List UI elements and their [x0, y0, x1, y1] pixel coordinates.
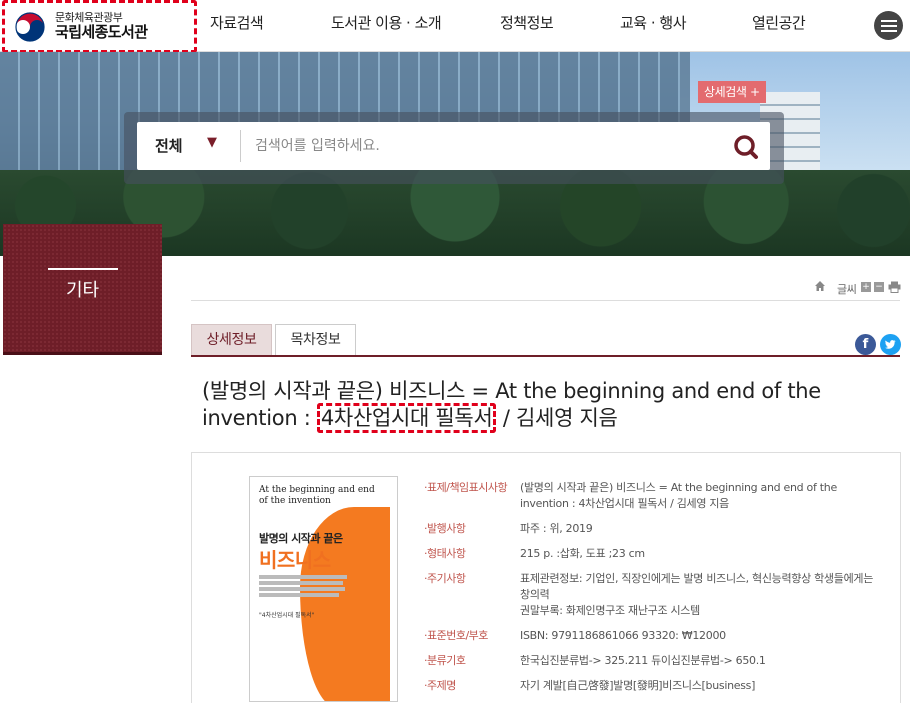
- nav-item-library-use[interactable]: 도서관 이용 · 소개: [331, 12, 442, 33]
- nav-item-search[interactable]: 자료검색: [210, 12, 264, 33]
- site-header: 문화체육관광부 국립세종도서관 자료검색 도서관 이용 · 소개 정책정보 교육…: [0, 0, 910, 53]
- nav-item-open-space[interactable]: 열린공간: [752, 12, 806, 33]
- tab-underline: [191, 355, 900, 357]
- detail-value: 215 p. :삽화, 도표 ;23 cm: [520, 547, 645, 560]
- detail-label: ·주기사항: [424, 572, 466, 585]
- home-icon[interactable]: [814, 280, 826, 292]
- tab-toc-info[interactable]: 목차정보: [275, 324, 356, 355]
- tab-detail-info[interactable]: 상세정보: [191, 324, 272, 355]
- search-icon[interactable]: [733, 134, 759, 160]
- detail-row-classification: ·분류기호 한국십진분류법-> 325.211 듀이십진분류법-> 650.1: [424, 653, 884, 669]
- detail-note-2: 권말부록: 화제인명구조 재난구조 시스템: [520, 604, 700, 617]
- search-input[interactable]: [255, 132, 715, 160]
- logo-title: 국립세종도서관: [55, 23, 148, 42]
- detail-rows: ·표제/책임표시사항 (발명의 시작과 끝은) 비즈니스 = At the be…: [424, 480, 884, 694]
- detail-value: (발명의 시작과 끝은) 비즈니스 = At the beginning and…: [520, 481, 837, 510]
- tools-divider: [191, 300, 900, 301]
- nav-item-education[interactable]: 교육 · 행사: [620, 12, 687, 33]
- search-scope-select[interactable]: 전체: [155, 135, 183, 156]
- sidebar-title: 기타: [65, 280, 100, 301]
- dropdown-arrow-icon[interactable]: ▼: [207, 135, 217, 150]
- detail-label: ·표제/책임표시사항: [424, 481, 508, 494]
- hamburger-menu-icon[interactable]: [874, 11, 903, 40]
- search-bar: 전체 ▼: [137, 122, 770, 170]
- detail-row-physical: ·형태사항 215 p. :삽화, 도표 ;23 cm: [424, 546, 884, 562]
- detail-label: ·발행사항: [424, 522, 466, 535]
- cover-series: "4차산업시대 필독서": [259, 612, 315, 619]
- book-title-highlight: 4차산업시대 필독서: [316, 403, 497, 433]
- detail-row-isbn: ·표준번호/부호 ISBN: 9791186861066 93320: ₩120…: [424, 628, 884, 644]
- search-divider: [240, 130, 241, 162]
- detail-row-notes: ·주기사항 표제관련정보: 기업인, 직장인에게는 발명 비즈니스, 혁신능력향…: [424, 571, 884, 619]
- book-detail-panel: At the beginning and end of the inventio…: [191, 452, 901, 703]
- twitter-icon[interactable]: [880, 334, 901, 355]
- book-title: (발명의 시작과 끝은) 비즈니스 = At the beginning and…: [202, 378, 882, 433]
- book-cover[interactable]: At the beginning and end of the inventio…: [249, 476, 398, 702]
- facebook-icon[interactable]: f: [855, 334, 876, 355]
- detail-label: ·형태사항: [424, 547, 466, 560]
- detail-value: 한국십진분류법-> 325.211 듀이십진분류법-> 650.1: [520, 654, 766, 667]
- search-box: 전체 ▼: [124, 112, 784, 184]
- detail-value: ISBN: 9791186861066 93320: ₩12000: [520, 629, 726, 642]
- font-size-label: 글씨: [837, 283, 857, 296]
- sidebar-divider: [48, 268, 118, 270]
- advanced-search-button[interactable]: 상세검색 +: [698, 81, 766, 103]
- nav-item-policy[interactable]: 정책정보: [500, 12, 554, 33]
- cover-english-title: At the beginning and end of the inventio…: [259, 485, 375, 506]
- taegeuk-logo-icon: [13, 9, 47, 44]
- sidebar-category: 기타: [3, 224, 162, 355]
- detail-value: 표제관련정보: 기업인, 직장인에게는 발명 비즈니스, 혁신능력향상 학생들에…: [520, 571, 884, 619]
- detail-label: ·분류기호: [424, 654, 466, 667]
- detail-row-title: ·표제/책임표시사항 (발명의 시작과 끝은) 비즈니스 = At the be…: [424, 480, 884, 512]
- detail-label: ·표준번호/부호: [424, 629, 488, 642]
- detail-value: 파주 : 위, 2019: [520, 522, 593, 535]
- font-increase-icon[interactable]: +: [861, 282, 871, 292]
- detail-label: ·주제명: [424, 679, 456, 692]
- font-decrease-icon[interactable]: −: [874, 282, 884, 292]
- book-title-author: / 김세영 지음: [502, 406, 618, 430]
- detail-row-subject: ·주제명 자기 계발[自己啓發]발명[發明]비즈니스[business]: [424, 678, 884, 694]
- detail-value[interactable]: 자기 계발[自己啓發]발명[發明]비즈니스[business]: [520, 678, 884, 694]
- cover-korean-title: 비즈니스: [259, 548, 331, 572]
- detail-row-publication: ·발행사항 파주 : 위, 2019: [424, 521, 884, 537]
- detail-note-1: 표제관련정보: 기업인, 직장인에게는 발명 비즈니스, 혁신능력향상 학생들에…: [520, 572, 874, 601]
- print-icon[interactable]: [888, 281, 901, 293]
- site-logo[interactable]: 문화체육관광부 국립세종도서관: [2, 0, 197, 53]
- cover-blurb: [259, 575, 349, 599]
